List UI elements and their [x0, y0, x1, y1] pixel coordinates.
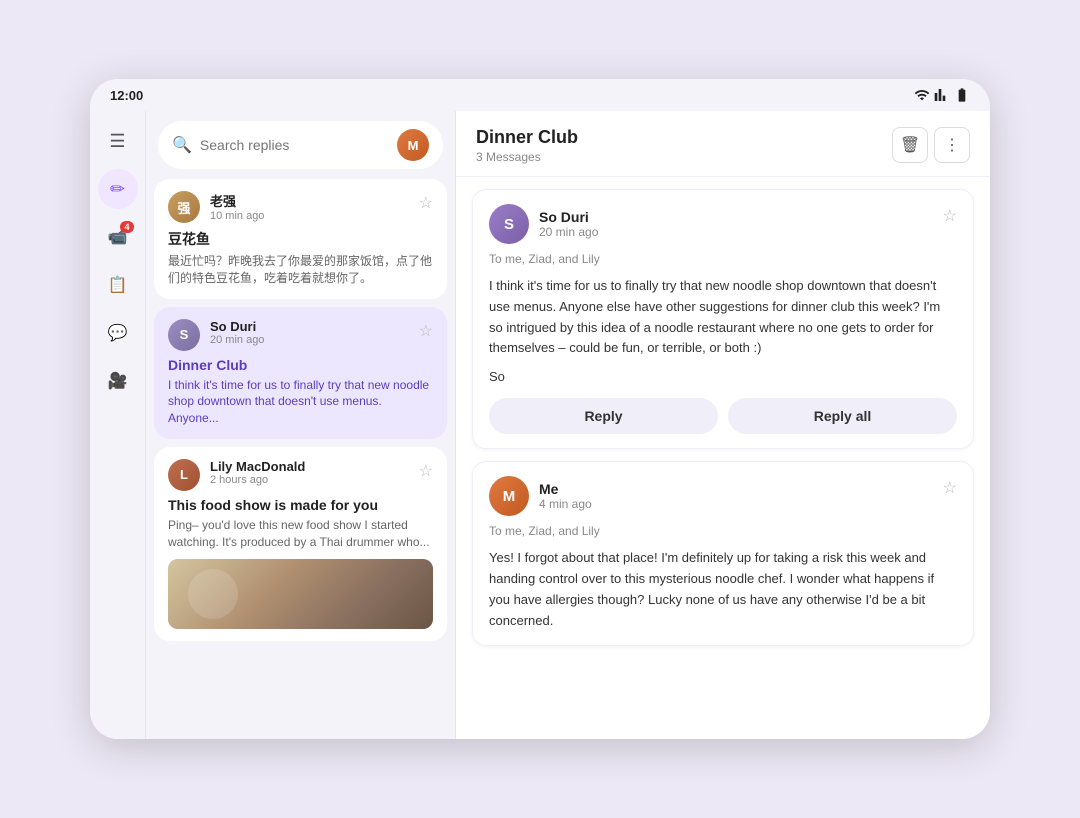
email-time: 4 min ago	[539, 497, 592, 511]
chat-icon: 💬	[108, 323, 128, 343]
email-to: To me, Ziad, and Lily	[489, 524, 957, 538]
email-card: S So Duri 20 min ago ☆ To me, Ziad, and …	[472, 189, 974, 449]
camera-icon: 🎥	[108, 371, 128, 391]
star-button[interactable]: ☆	[943, 478, 957, 498]
list-item[interactable]: S So Duri 20 min ago ☆ Dinner Club I thi…	[154, 307, 447, 439]
avatar: S	[168, 319, 200, 351]
email-sender-name: Me	[539, 481, 592, 497]
video-badge: 4	[120, 221, 133, 233]
sidebar-item-notes[interactable]: 📋	[98, 265, 138, 305]
compose-icon: ✏	[110, 179, 125, 200]
image-placeholder	[168, 559, 433, 629]
list-item[interactable]: L Lily MacDonald 2 hours ago ☆ This food…	[154, 447, 447, 641]
time-ago: 10 min ago	[210, 210, 409, 222]
time-ago: 20 min ago	[210, 334, 409, 346]
thread-header: Dinner Club 3 Messages 🗑 ⋮	[456, 111, 990, 177]
time-ago: 2 hours ago	[210, 474, 409, 486]
sender-name: Lily MacDonald	[210, 459, 409, 474]
email-card: M Me 4 min ago ☆ To me, Ziad, and Lily Y…	[472, 461, 974, 646]
email-sender-info: M Me 4 min ago	[489, 476, 592, 516]
search-icon: 🔍	[172, 135, 192, 155]
sender-name: So Duri	[210, 319, 409, 334]
message-subject: Dinner Club	[168, 357, 433, 373]
avatar: 强	[168, 191, 200, 223]
star-button[interactable]: ☆	[419, 193, 433, 213]
notes-icon: 📋	[108, 275, 128, 295]
email-body: Yes! I forgot about that place! I'm defi…	[489, 548, 957, 631]
star-button[interactable]: ☆	[419, 321, 433, 341]
more-options-button[interactable]: ⋮	[934, 127, 970, 163]
search-bar: 🔍 M	[158, 121, 443, 169]
delete-button[interactable]: 🗑	[892, 127, 928, 163]
messages-list: 强 老强 10 min ago ☆ 豆花鱼 最近忙吗？昨晚我去了你最爱的那家饭馆…	[146, 179, 455, 739]
sidebar: ☰ ✏ 📹 4 📋 💬 🎥	[90, 111, 146, 739]
thread-count: 3 Messages	[476, 150, 578, 164]
reply-actions: Reply Reply all	[489, 398, 957, 434]
email-time: 20 min ago	[539, 225, 598, 239]
message-preview: Ping– you'd love this new food show I st…	[168, 517, 433, 551]
reply-button[interactable]: Reply	[489, 398, 718, 434]
star-button[interactable]: ☆	[419, 461, 433, 481]
message-subject: This food show is made for you	[168, 497, 433, 513]
email-signature: So	[489, 369, 957, 384]
email-sender-info: S So Duri 20 min ago	[489, 204, 598, 244]
avatar: S	[489, 204, 529, 244]
message-preview: 最近忙吗？昨晚我去了你最爱的那家饭馆，点了他们的特色豆花鱼，吃着吃着就想你了。	[168, 253, 433, 287]
avatar: M	[489, 476, 529, 516]
sidebar-item-video[interactable]: 📹 4	[98, 217, 138, 257]
star-button[interactable]: ☆	[943, 206, 957, 226]
email-sender-name: So Duri	[539, 209, 598, 225]
battery-icon	[954, 87, 970, 103]
thread-title: Dinner Club	[476, 127, 578, 148]
device-frame: 12:00 ☰ ✏ 📹	[90, 79, 990, 739]
right-panel: Dinner Club 3 Messages 🗑 ⋮ S	[456, 111, 990, 739]
search-input[interactable]	[200, 137, 389, 153]
status-time: 12:00	[110, 88, 143, 103]
signal-icon	[934, 87, 950, 103]
app-body: ☰ ✏ 📹 4 📋 💬 🎥 🔍	[90, 111, 990, 739]
user-avatar[interactable]: M	[397, 129, 429, 161]
avatar: L	[168, 459, 200, 491]
list-item[interactable]: 强 老强 10 min ago ☆ 豆花鱼 最近忙吗？昨晚我去了你最爱的那家饭馆…	[154, 179, 447, 299]
menu-icon: ☰	[109, 131, 125, 152]
status-icons	[914, 87, 970, 103]
message-image	[168, 559, 433, 629]
status-bar: 12:00	[90, 79, 990, 111]
thread-actions: 🗑 ⋮	[892, 127, 970, 163]
sidebar-item-menu[interactable]: ☰	[98, 121, 138, 161]
sidebar-item-chat[interactable]: 💬	[98, 313, 138, 353]
message-preview: I think it's time for us to finally try …	[168, 377, 433, 427]
thread-messages: S So Duri 20 min ago ☆ To me, Ziad, and …	[456, 177, 990, 739]
message-subject: 豆花鱼	[168, 229, 433, 249]
wifi-icon	[914, 87, 930, 103]
email-to: To me, Ziad, and Lily	[489, 252, 957, 266]
reply-all-button[interactable]: Reply all	[728, 398, 957, 434]
email-card-header: M Me 4 min ago ☆	[489, 476, 957, 516]
email-body: I think it's time for us to finally try …	[489, 276, 957, 359]
sender-name: 老强	[210, 191, 409, 210]
email-card-header: S So Duri 20 min ago ☆	[489, 204, 957, 244]
sidebar-item-camera[interactable]: 🎥	[98, 361, 138, 401]
sidebar-item-compose[interactable]: ✏	[98, 169, 138, 209]
left-panel: 🔍 M 强 老强 10 min ago	[146, 111, 456, 739]
